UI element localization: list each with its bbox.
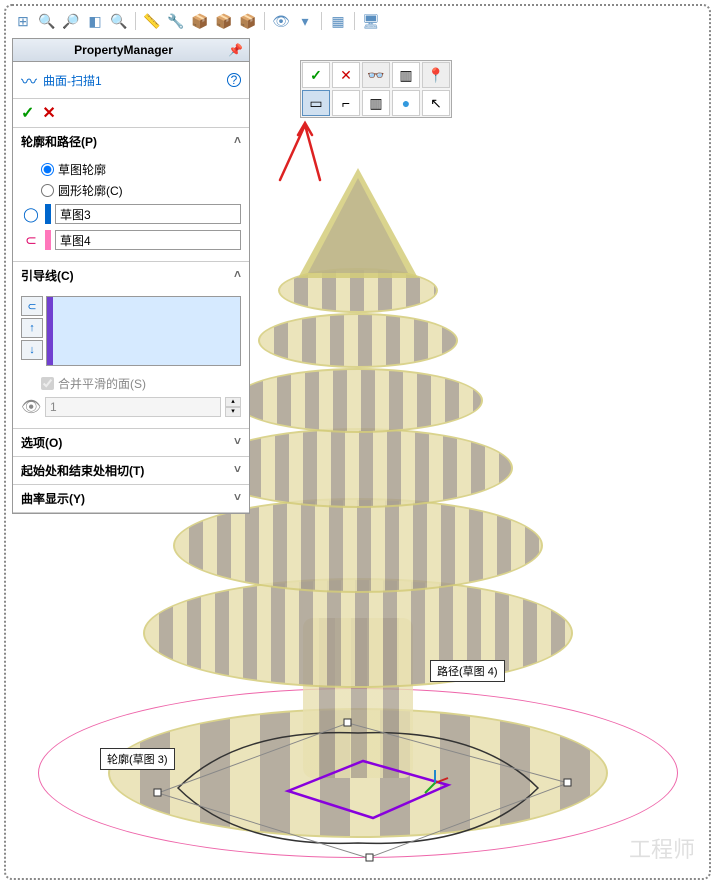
radio-circle-profile[interactable]: 圆形轮廓(C) [21, 180, 241, 201]
top-toolbar: ⊞ 🔍 🔎 ◧ 🔍 📏 🔧 📦 📦 📦 👁 ▾ ▦ 🖥 [12, 10, 382, 32]
spin-up[interactable]: ▴ [225, 397, 241, 407]
section-head-options[interactable]: 选项(O) ˅ [13, 429, 249, 456]
view-icon[interactable]: 📦 [237, 10, 259, 32]
display-icon[interactable]: 📦 [213, 10, 235, 32]
move-up-button[interactable]: ↑ [21, 318, 43, 338]
zoom-prev-icon[interactable]: 🔎 [60, 10, 82, 32]
zoom-area-icon[interactable]: 🔍 [36, 10, 58, 32]
section-head-tangent[interactable]: 起始处和结束处相切(T) ˅ [13, 457, 249, 484]
section-view-icon[interactable]: ◧ [84, 10, 106, 32]
apply-scene-icon[interactable]: 🖥 [360, 10, 382, 32]
path-field-row: ⊂ [21, 227, 241, 253]
guide-spinner[interactable] [45, 397, 221, 417]
path-icon: ⊂ [21, 230, 41, 250]
spin-down[interactable]: ▾ [225, 407, 241, 417]
profile-input[interactable] [55, 204, 241, 224]
section-head-profile[interactable]: 轮廓和路径(P) ˄ [13, 128, 249, 155]
scene-icon[interactable]: 📦 [189, 10, 211, 32]
pm-feature-row: 〰 曲面-扫描1 ? [13, 62, 249, 99]
chevron-down-icon: ˅ [234, 490, 241, 507]
pm-header: PropertyManager 📌 [13, 39, 249, 62]
move-down-button[interactable]: ↓ [21, 340, 43, 360]
eye-icon[interactable]: 👁 [21, 397, 41, 417]
callout-profile[interactable]: 轮廓(草图 3) [100, 748, 175, 770]
guide-list[interactable] [46, 296, 241, 366]
feature-name: 曲面-扫描1 [43, 72, 221, 89]
context-toolbar: ✓ ✕ 👓 ▥ 📍 ▭ ⌐ ▥ ● ↖ [300, 60, 452, 118]
ok-button[interactable]: ✓ [21, 103, 34, 123]
profile-color-bar [45, 204, 51, 224]
ctx-ok-button[interactable]: ✓ [302, 62, 330, 88]
chevron-down-icon: ˅ [234, 434, 241, 451]
cancel-button[interactable]: ✕ [42, 103, 55, 123]
section-guide: 引导线(C) ˄ ⊂ ↑ ↓ 合并平滑的面(S) 👁 [13, 262, 249, 429]
path-input[interactable] [55, 230, 241, 250]
sweep-icon: 〰 [21, 68, 37, 92]
chevron-down-icon: ˅ [234, 462, 241, 479]
sketch-overlay [118, 713, 598, 863]
pm-title: PropertyManager [19, 43, 228, 57]
edit-scene-icon[interactable]: ▦ [327, 10, 349, 32]
appearance-icon[interactable]: 🔧 [165, 10, 187, 32]
section-head-curvature[interactable]: 曲率显示(Y) ˅ [13, 485, 249, 512]
ctx-mode-2-button[interactable]: ⌐ [332, 90, 360, 116]
ctx-preview-button[interactable]: 👓 [362, 62, 390, 88]
section-head-guide[interactable]: 引导线(C) ˄ [13, 262, 249, 289]
hide-show-icon[interactable]: 👁 [270, 10, 292, 32]
property-manager-panel: PropertyManager 📌 〰 曲面-扫描1 ? ✓ ✕ 轮廓和路径(P… [12, 38, 250, 514]
callout-path[interactable]: 路径(草图 4) [430, 660, 505, 682]
zoom-fit-icon[interactable]: ⊞ [12, 10, 34, 32]
origin-marker [420, 768, 450, 798]
visibility-row: 👁 ▴ ▾ [21, 394, 241, 420]
section-tangent: 起始处和结束处相切(T) ˅ [13, 457, 249, 485]
guide-curve-icon[interactable]: ⊂ [21, 296, 43, 316]
chevron-up-icon: ˄ [234, 133, 241, 150]
ctx-mode-3-button[interactable]: ▥ [362, 90, 390, 116]
section-options: 选项(O) ˅ [13, 429, 249, 457]
ctx-cursor-button[interactable]: ↖ [422, 90, 450, 116]
measure-icon[interactable]: 📏 [141, 10, 163, 32]
ctx-mode-4-button[interactable]: ● [392, 90, 420, 116]
ctx-cancel-button[interactable]: ✕ [332, 62, 360, 88]
pm-actions: ✓ ✕ [13, 99, 249, 128]
section-profile-path: 轮廓和路径(P) ˄ 草图轮廓 圆形轮廓(C) ◯ ⊂ [13, 128, 249, 262]
merge-smooth-check[interactable]: 合并平滑的面(S) [21, 369, 241, 394]
help-icon[interactable]: ? [227, 73, 241, 87]
ctx-mode-1-button[interactable]: ▭ [302, 90, 330, 116]
profile-icon: ◯ [21, 204, 41, 224]
zoom-dynamic-icon[interactable]: 🔍 [108, 10, 130, 32]
pin-icon[interactable]: 📌 [228, 43, 243, 57]
profile-field-row: ◯ [21, 201, 241, 227]
ctx-zebra-button[interactable]: ▥ [392, 62, 420, 88]
ctx-pin-button[interactable]: 📍 [422, 62, 450, 88]
section-curvature: 曲率显示(Y) ˅ [13, 485, 249, 513]
path-color-bar [45, 230, 51, 250]
chevron-up-icon: ˄ [234, 267, 241, 284]
watermark: 工程师 [629, 832, 695, 864]
radio-sketch-profile[interactable]: 草图轮廓 [21, 159, 241, 180]
display-style-icon[interactable]: ▾ [294, 10, 316, 32]
